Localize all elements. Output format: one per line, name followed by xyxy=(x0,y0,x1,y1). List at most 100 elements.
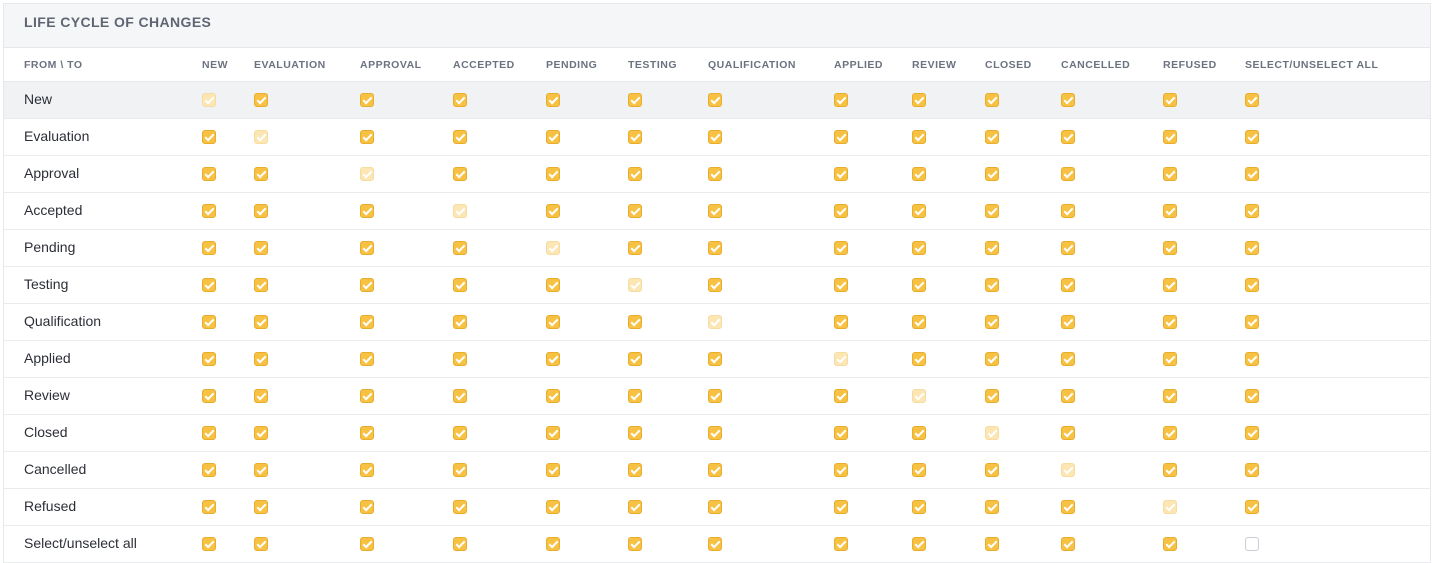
checkbox-approval-to-select-unselect-all[interactable] xyxy=(1245,166,1259,181)
checkbox-accepted-to-refused[interactable] xyxy=(1163,203,1177,218)
checkbox-review-to-new[interactable] xyxy=(202,388,216,403)
checkbox-accepted-to-cancelled[interactable] xyxy=(1061,203,1075,218)
checkbox-applied-to-testing[interactable] xyxy=(628,351,642,366)
checkbox-testing-to-qualification[interactable] xyxy=(708,277,722,292)
checkbox-approval-to-refused[interactable] xyxy=(1163,166,1177,181)
checkbox-pending-to-new[interactable] xyxy=(202,240,216,255)
checkbox-closed-to-qualification[interactable] xyxy=(708,425,722,440)
checkbox-evaluation-to-approval[interactable] xyxy=(360,129,374,144)
checkbox-testing-to-accepted[interactable] xyxy=(453,277,467,292)
checkbox-qualification-to-refused[interactable] xyxy=(1163,314,1177,329)
checkbox-applied-to-cancelled[interactable] xyxy=(1061,351,1075,366)
checkbox-cancelled-to-closed[interactable] xyxy=(985,462,999,477)
checkbox-accepted-to-pending[interactable] xyxy=(546,203,560,218)
checkbox-qualification-to-accepted[interactable] xyxy=(453,314,467,329)
checkbox-pending-to-approval[interactable] xyxy=(360,240,374,255)
checkbox-pending-to-closed[interactable] xyxy=(985,240,999,255)
checkbox-select-unselect-all-to-applied[interactable] xyxy=(834,536,848,551)
checkbox-review-to-closed[interactable] xyxy=(985,388,999,403)
checkbox-qualification-to-approval[interactable] xyxy=(360,314,374,329)
checkbox-refused-to-closed[interactable] xyxy=(985,499,999,514)
checkbox-approval-to-accepted[interactable] xyxy=(453,166,467,181)
checkbox-closed-to-accepted[interactable] xyxy=(453,425,467,440)
checkbox-select-unselect-all-to-select-unselect-all[interactable] xyxy=(1245,536,1259,551)
checkbox-new-to-approval[interactable] xyxy=(360,92,374,107)
checkbox-refused-to-applied[interactable] xyxy=(834,499,848,514)
checkbox-applied-to-accepted[interactable] xyxy=(453,351,467,366)
checkbox-select-unselect-all-to-refused[interactable] xyxy=(1163,536,1177,551)
checkbox-accepted-to-new[interactable] xyxy=(202,203,216,218)
checkbox-testing-to-approval[interactable] xyxy=(360,277,374,292)
checkbox-select-unselect-all-to-testing[interactable] xyxy=(628,536,642,551)
checkbox-accepted-to-closed[interactable] xyxy=(985,203,999,218)
checkbox-testing-to-cancelled[interactable] xyxy=(1061,277,1075,292)
checkbox-applied-to-evaluation[interactable] xyxy=(254,351,268,366)
checkbox-evaluation-to-select-unselect-all[interactable] xyxy=(1245,129,1259,144)
checkbox-pending-to-accepted[interactable] xyxy=(453,240,467,255)
checkbox-evaluation-to-pending[interactable] xyxy=(546,129,560,144)
checkbox-qualification-to-applied[interactable] xyxy=(834,314,848,329)
checkbox-applied-to-new[interactable] xyxy=(202,351,216,366)
checkbox-new-to-refused[interactable] xyxy=(1163,92,1177,107)
checkbox-evaluation-to-cancelled[interactable] xyxy=(1061,129,1075,144)
checkbox-closed-to-new[interactable] xyxy=(202,425,216,440)
checkbox-qualification-to-review[interactable] xyxy=(912,314,926,329)
checkbox-testing-to-review[interactable] xyxy=(912,277,926,292)
checkbox-select-unselect-all-to-cancelled[interactable] xyxy=(1061,536,1075,551)
checkbox-evaluation-to-review[interactable] xyxy=(912,129,926,144)
checkbox-select-unselect-all-to-approval[interactable] xyxy=(360,536,374,551)
checkbox-new-to-select-unselect-all[interactable] xyxy=(1245,92,1259,107)
checkbox-new-to-closed[interactable] xyxy=(985,92,999,107)
checkbox-qualification-to-pending[interactable] xyxy=(546,314,560,329)
checkbox-applied-to-closed[interactable] xyxy=(985,351,999,366)
checkbox-review-to-evaluation[interactable] xyxy=(254,388,268,403)
checkbox-cancelled-to-new[interactable] xyxy=(202,462,216,477)
checkbox-refused-to-accepted[interactable] xyxy=(453,499,467,514)
checkbox-pending-to-applied[interactable] xyxy=(834,240,848,255)
checkbox-new-to-applied[interactable] xyxy=(834,92,848,107)
checkbox-refused-to-pending[interactable] xyxy=(546,499,560,514)
checkbox-review-to-select-unselect-all[interactable] xyxy=(1245,388,1259,403)
checkbox-approval-to-cancelled[interactable] xyxy=(1061,166,1075,181)
checkbox-approval-to-testing[interactable] xyxy=(628,166,642,181)
checkbox-qualification-to-new[interactable] xyxy=(202,314,216,329)
checkbox-applied-to-select-unselect-all[interactable] xyxy=(1245,351,1259,366)
checkbox-pending-to-evaluation[interactable] xyxy=(254,240,268,255)
checkbox-approval-to-qualification[interactable] xyxy=(708,166,722,181)
checkbox-closed-to-applied[interactable] xyxy=(834,425,848,440)
checkbox-review-to-cancelled[interactable] xyxy=(1061,388,1075,403)
checkbox-evaluation-to-new[interactable] xyxy=(202,129,216,144)
checkbox-cancelled-to-refused[interactable] xyxy=(1163,462,1177,477)
checkbox-pending-to-select-unselect-all[interactable] xyxy=(1245,240,1259,255)
checkbox-new-to-pending[interactable] xyxy=(546,92,560,107)
checkbox-closed-to-cancelled[interactable] xyxy=(1061,425,1075,440)
checkbox-approval-to-review[interactable] xyxy=(912,166,926,181)
checkbox-pending-to-cancelled[interactable] xyxy=(1061,240,1075,255)
checkbox-closed-to-testing[interactable] xyxy=(628,425,642,440)
checkbox-select-unselect-all-to-evaluation[interactable] xyxy=(254,536,268,551)
checkbox-refused-to-evaluation[interactable] xyxy=(254,499,268,514)
checkbox-evaluation-to-testing[interactable] xyxy=(628,129,642,144)
checkbox-review-to-pending[interactable] xyxy=(546,388,560,403)
checkbox-accepted-to-evaluation[interactable] xyxy=(254,203,268,218)
checkbox-applied-to-approval[interactable] xyxy=(360,351,374,366)
checkbox-accepted-to-qualification[interactable] xyxy=(708,203,722,218)
checkbox-review-to-approval[interactable] xyxy=(360,388,374,403)
checkbox-qualification-to-testing[interactable] xyxy=(628,314,642,329)
checkbox-accepted-to-review[interactable] xyxy=(912,203,926,218)
checkbox-testing-to-evaluation[interactable] xyxy=(254,277,268,292)
checkbox-testing-to-new[interactable] xyxy=(202,277,216,292)
checkbox-pending-to-review[interactable] xyxy=(912,240,926,255)
checkbox-pending-to-qualification[interactable] xyxy=(708,240,722,255)
checkbox-pending-to-refused[interactable] xyxy=(1163,240,1177,255)
checkbox-cancelled-to-evaluation[interactable] xyxy=(254,462,268,477)
checkbox-approval-to-evaluation[interactable] xyxy=(254,166,268,181)
checkbox-review-to-applied[interactable] xyxy=(834,388,848,403)
checkbox-refused-to-review[interactable] xyxy=(912,499,926,514)
checkbox-new-to-evaluation[interactable] xyxy=(254,92,268,107)
checkbox-refused-to-select-unselect-all[interactable] xyxy=(1245,499,1259,514)
checkbox-cancelled-to-pending[interactable] xyxy=(546,462,560,477)
checkbox-qualification-to-cancelled[interactable] xyxy=(1061,314,1075,329)
checkbox-evaluation-to-refused[interactable] xyxy=(1163,129,1177,144)
checkbox-approval-to-closed[interactable] xyxy=(985,166,999,181)
